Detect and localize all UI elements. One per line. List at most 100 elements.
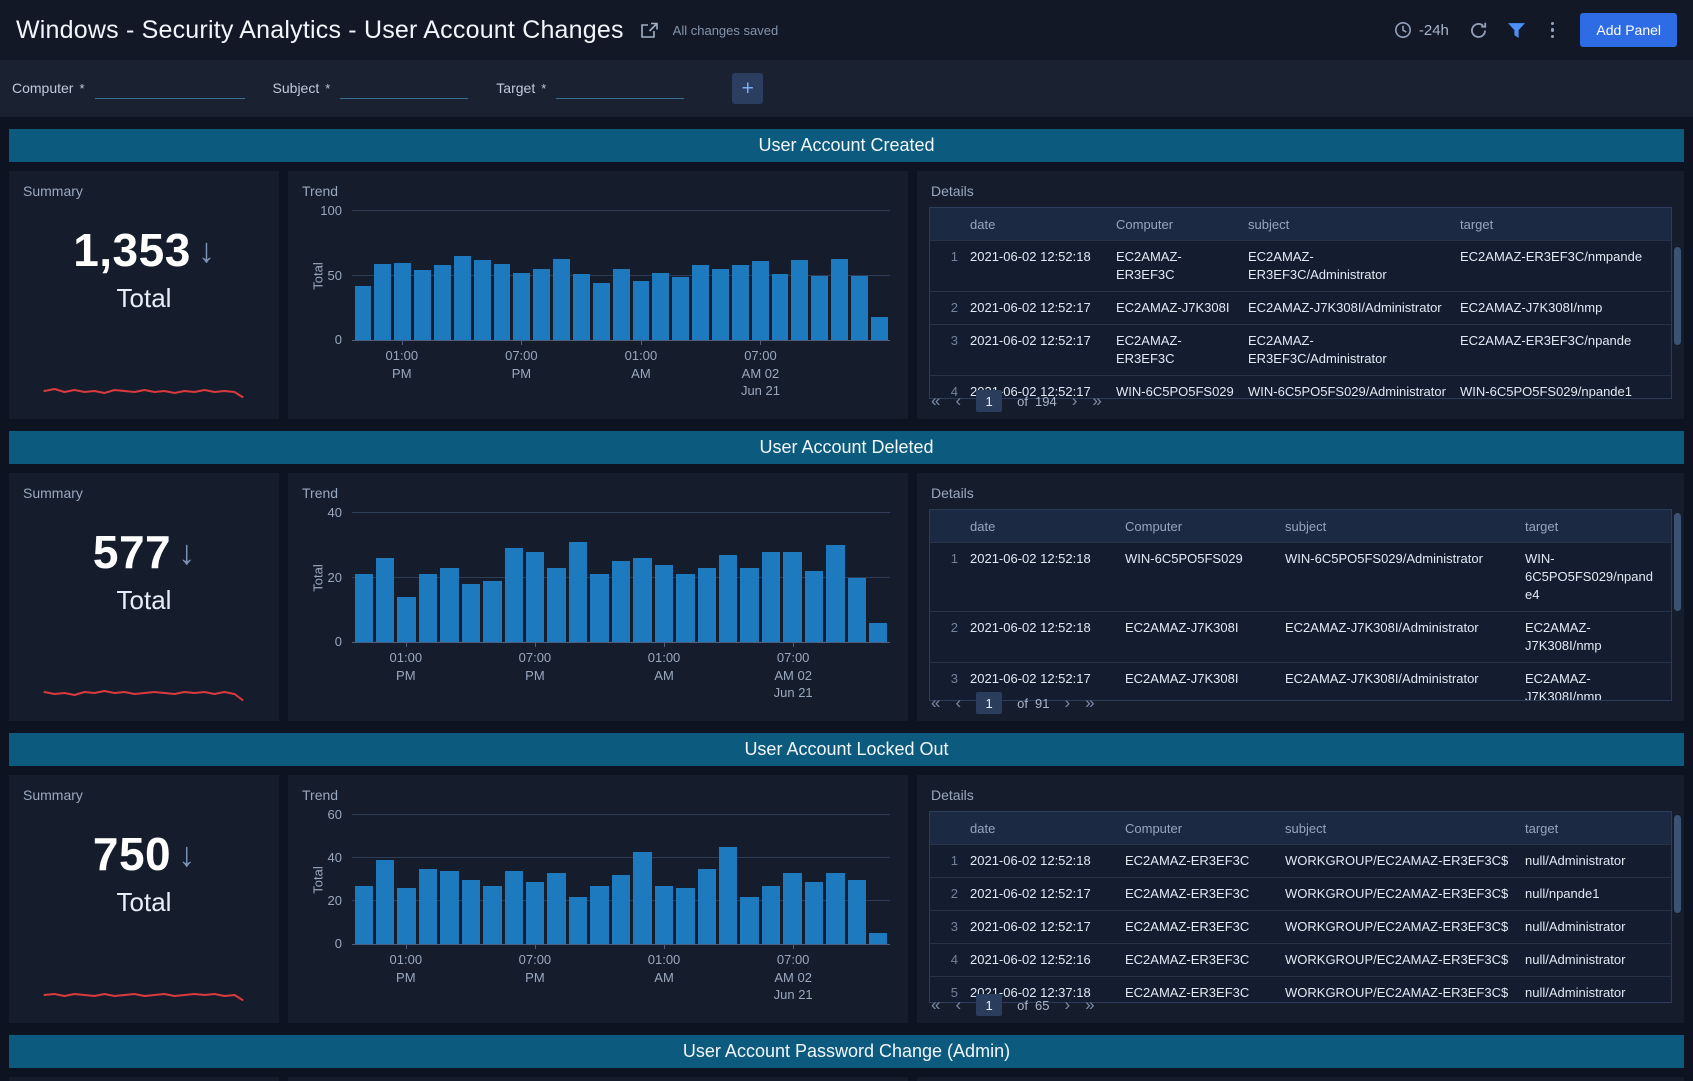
trend-bar[interactable]	[505, 871, 523, 944]
add-filter-button[interactable]: +	[732, 73, 763, 104]
next-page-icon[interactable]: ›	[1064, 693, 1070, 713]
trend-bar[interactable]	[772, 274, 789, 340]
column-header[interactable]: subject	[1248, 217, 1460, 232]
trend-bar[interactable]	[483, 886, 501, 944]
trend-bar[interactable]	[851, 276, 868, 341]
last-page-icon[interactable]: »	[1085, 995, 1094, 1015]
time-range-control[interactable]: -24h	[1394, 21, 1449, 39]
trend-bar[interactable]	[513, 273, 530, 340]
trend-bar[interactable]	[434, 265, 451, 340]
trend-bar[interactable]	[462, 880, 480, 945]
trend-bar[interactable]	[676, 888, 694, 944]
trend-bar[interactable]	[474, 260, 491, 340]
table-row[interactable]: 22021-06-02 12:52:17EC2AMAZ-J7K308IEC2AM…	[930, 291, 1671, 324]
trend-bar[interactable]	[811, 276, 828, 341]
trend-bar[interactable]	[593, 283, 610, 340]
column-header[interactable]: Computer	[1116, 217, 1248, 232]
trend-bar[interactable]	[355, 574, 373, 642]
first-page-icon[interactable]: «	[931, 995, 940, 1015]
trend-bar[interactable]	[612, 875, 630, 944]
filter-icon[interactable]	[1508, 23, 1525, 38]
trend-bar[interactable]	[676, 574, 694, 642]
first-page-icon[interactable]: «	[931, 391, 940, 411]
trend-bar[interactable]	[831, 259, 848, 340]
first-page-icon[interactable]: «	[931, 693, 940, 713]
column-header[interactable]: target	[1525, 519, 1671, 534]
trend-bar[interactable]	[553, 259, 570, 340]
column-header[interactable]: date	[970, 821, 1125, 836]
trend-bar[interactable]	[719, 555, 737, 642]
trend-bar[interactable]	[783, 552, 801, 642]
trend-bar[interactable]	[397, 597, 415, 642]
column-header[interactable]: target	[1460, 217, 1671, 232]
table-row[interactable]: 12021-06-02 12:52:18WIN-6C5PO5FS029WIN-6…	[930, 542, 1671, 611]
trend-bar[interactable]	[633, 558, 651, 642]
trend-bar[interactable]	[355, 886, 373, 944]
trend-bar[interactable]	[655, 565, 673, 642]
table-row[interactable]: 32021-06-02 12:52:17EC2AMAZ-ER3EF3CEC2AM…	[930, 324, 1671, 375]
trend-bar[interactable]	[732, 265, 749, 340]
scrollbar-thumb[interactable]	[1674, 815, 1681, 913]
next-page-icon[interactable]: ›	[1064, 995, 1070, 1015]
trend-bar[interactable]	[655, 886, 673, 944]
trend-bar[interactable]	[440, 871, 458, 944]
subject-filter-input[interactable]	[340, 79, 468, 99]
trend-bar[interactable]	[712, 269, 729, 340]
trend-bar[interactable]	[805, 882, 823, 944]
scrollbar-thumb[interactable]	[1674, 247, 1681, 345]
trend-bar[interactable]	[483, 581, 501, 642]
current-page[interactable]: 1	[976, 692, 1002, 714]
trend-bar[interactable]	[494, 264, 511, 340]
table-row[interactable]: 22021-06-02 12:52:17EC2AMAZ-ER3EF3CWORKG…	[930, 877, 1671, 910]
trend-bar[interactable]	[762, 886, 780, 944]
trend-bar[interactable]	[613, 269, 630, 340]
trend-bar[interactable]	[526, 552, 544, 642]
trend-bar[interactable]	[569, 542, 587, 642]
trend-bar[interactable]	[419, 869, 437, 944]
trend-bar[interactable]	[848, 880, 866, 945]
trend-bar[interactable]	[505, 548, 523, 642]
trend-bar[interactable]	[652, 273, 669, 340]
add-panel-button[interactable]: Add Panel	[1580, 13, 1677, 47]
scrollbar-thumb[interactable]	[1674, 513, 1681, 611]
trend-bar[interactable]	[783, 873, 801, 944]
table-row[interactable]: 42021-06-02 12:52:16EC2AMAZ-ER3EF3CWORKG…	[930, 943, 1671, 976]
trend-bar[interactable]	[791, 260, 808, 340]
trend-bar[interactable]	[698, 869, 716, 944]
trend-bar[interactable]	[740, 568, 758, 642]
trend-bar[interactable]	[419, 574, 437, 642]
table-row[interactable]: 22021-06-02 12:52:18EC2AMAZ-J7K308IEC2AM…	[930, 611, 1671, 662]
table-row[interactable]: 12021-06-02 12:52:18EC2AMAZ-ER3EF3CEC2AM…	[930, 240, 1671, 291]
trend-bar[interactable]	[397, 888, 415, 944]
trend-bar[interactable]	[869, 933, 887, 944]
trend-bar[interactable]	[871, 317, 888, 340]
trend-bar[interactable]	[454, 256, 471, 340]
table-row[interactable]: 12021-06-02 12:52:18EC2AMAZ-ER3EF3CWORKG…	[930, 844, 1671, 877]
share-icon[interactable]	[640, 22, 659, 39]
column-header[interactable]: Computer	[1125, 519, 1285, 534]
current-page[interactable]: 1	[976, 994, 1002, 1016]
refresh-icon[interactable]	[1469, 21, 1488, 40]
trend-bar[interactable]	[869, 623, 887, 642]
table-row[interactable]: 32021-06-02 12:52:17EC2AMAZ-ER3EF3CWORKG…	[930, 910, 1671, 943]
trend-bar[interactable]	[547, 873, 565, 944]
trend-bar[interactable]	[573, 274, 590, 340]
trend-bar[interactable]	[590, 574, 608, 642]
trend-bar[interactable]	[826, 873, 844, 944]
trend-bar[interactable]	[805, 571, 823, 642]
trend-bar[interactable]	[719, 847, 737, 944]
trend-bar[interactable]	[355, 286, 372, 340]
prev-page-icon[interactable]: ‹	[955, 995, 961, 1015]
trend-bar[interactable]	[672, 277, 689, 340]
trend-bar[interactable]	[633, 281, 650, 340]
column-header[interactable]: Computer	[1125, 821, 1285, 836]
trend-bar[interactable]	[692, 265, 709, 340]
prev-page-icon[interactable]: ‹	[955, 391, 961, 411]
trend-bar[interactable]	[762, 552, 780, 642]
trend-bar[interactable]	[462, 584, 480, 642]
trend-bar[interactable]	[848, 578, 866, 643]
trend-bar[interactable]	[698, 568, 716, 642]
trend-bar[interactable]	[633, 852, 651, 944]
trend-bar[interactable]	[414, 270, 431, 340]
trend-bar[interactable]	[740, 897, 758, 944]
